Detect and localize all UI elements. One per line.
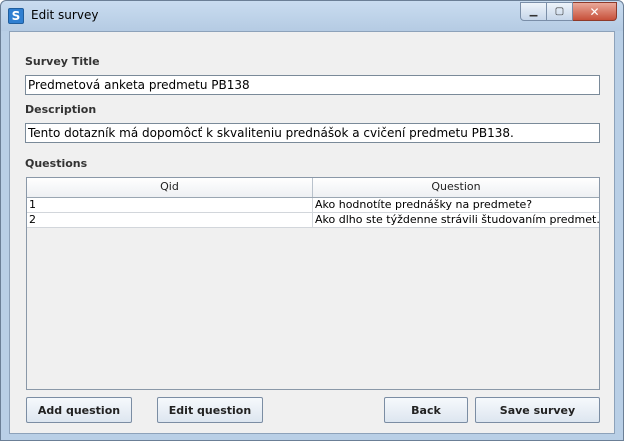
title-bar[interactable]: S Edit survey ▁ ▢ ✕ [1, 1, 623, 31]
add-question-button[interactable]: Add question [26, 397, 132, 423]
qid-cell: 2 [27, 213, 313, 228]
table-row[interactable]: 2 Ako dlho ste týždenne strávili študova… [27, 213, 599, 228]
column-header-qid[interactable]: Qid [27, 178, 313, 197]
qid-cell: 1 [27, 198, 313, 213]
window-controls: ▁ ▢ ✕ [520, 2, 617, 21]
close-button[interactable]: ✕ [573, 2, 617, 21]
window-title: Edit survey [31, 8, 99, 22]
column-header-question[interactable]: Question [313, 178, 599, 197]
app-logo-icon: S [8, 8, 24, 24]
save-survey-button[interactable]: Save survey [475, 397, 600, 423]
close-icon: ✕ [589, 4, 600, 19]
dialog-content: Survey Title Predmetová anketa predmetu … [9, 31, 615, 434]
question-cell: Ako hodnotíte prednášky na predmete? [315, 198, 533, 211]
back-button[interactable]: Back [384, 397, 468, 423]
description-field[interactable]: Tento dotazník má dopomôcť k skvaliteniu… [25, 123, 600, 143]
questions-label: Questions [25, 157, 88, 170]
minimize-button[interactable]: ▁ [520, 2, 547, 21]
edit-question-button[interactable]: Edit question [157, 397, 263, 423]
question-cell: Ako dlho ste týždenne strávili študovaní… [315, 213, 599, 226]
survey-title-field[interactable]: Predmetová anketa predmetu PB138 [25, 75, 600, 95]
description-label: Description [25, 103, 97, 116]
table-row[interactable]: 1 Ako hodnotíte prednášky na predmete? [27, 198, 599, 213]
maximize-icon: ▢ [554, 6, 565, 17]
maximize-button[interactable]: ▢ [547, 2, 573, 21]
table-header: Qid Question [27, 178, 599, 198]
edit-survey-window: S Edit survey ▁ ▢ ✕ Survey Title Predmet… [0, 0, 624, 441]
minimize-icon: ▁ [529, 6, 538, 17]
questions-table[interactable]: Qid Question 1 Ako hodnotíte prednášky n… [26, 177, 600, 390]
survey-title-label: Survey Title [25, 55, 100, 68]
